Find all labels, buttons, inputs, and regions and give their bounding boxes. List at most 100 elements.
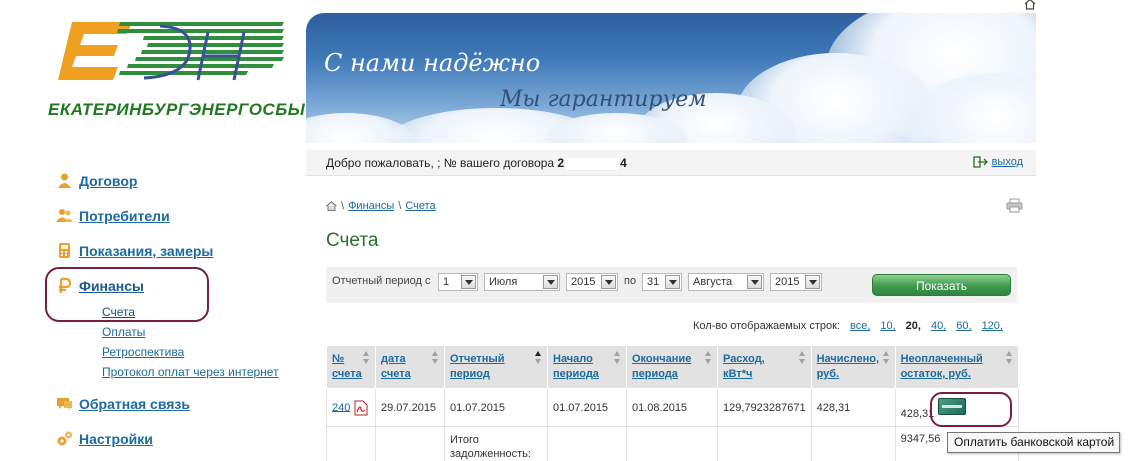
rows-option-all[interactable]: все,: [850, 320, 870, 332]
rows-option-120[interactable]: 120,: [982, 320, 1003, 332]
select-value: 1: [443, 276, 450, 288]
header-label[interactable]: Начало: [553, 353, 593, 365]
show-button[interactable]: Показать: [872, 274, 1011, 296]
header-label[interactable]: остаток, руб.: [901, 368, 971, 380]
sidebar-item-label[interactable]: Договор: [79, 173, 137, 189]
header-label[interactable]: №: [332, 353, 344, 365]
chevron-down-icon: [747, 275, 762, 289]
chevron-down-icon: [665, 275, 680, 289]
sort-icon[interactable]: [705, 351, 712, 366]
cell-start: 01.07.2015: [547, 388, 627, 427]
logout-label[interactable]: выход: [992, 156, 1023, 168]
contract-number-start: 2: [557, 156, 565, 170]
cell-empty: [626, 426, 718, 461]
sidebar-subitem-retrospective[interactable]: Ретроспектива: [102, 345, 184, 359]
page-title: Счета: [326, 230, 379, 251]
meter-icon: [59, 243, 70, 258]
sidebar-item-consumers[interactable]: Потребители: [56, 207, 170, 224]
pdf-icon[interactable]: [354, 400, 368, 416]
sort-icon[interactable]: [535, 351, 542, 366]
sidebar-item-label[interactable]: Показания, замеры: [79, 243, 213, 259]
main-content: Добро пожаловать, ; № вашего договора 24…: [306, 150, 1036, 461]
from-day-select[interactable]: 1: [438, 273, 478, 291]
header-label[interactable]: счета: [332, 368, 362, 380]
sidebar-item-label[interactable]: Обратная связь: [79, 396, 190, 412]
header-label[interactable]: руб.: [817, 368, 840, 380]
sidebar-item-contract[interactable]: Договор: [56, 172, 137, 189]
sidebar-item-label[interactable]: Настройки: [79, 431, 153, 447]
sidebar-subitem-bills[interactable]: Счета: [102, 305, 135, 319]
bill-number-link[interactable]: 240: [332, 401, 350, 413]
sort-icon[interactable]: [1005, 351, 1013, 366]
rows-option-10[interactable]: 10,: [880, 320, 895, 332]
logout-icon: [972, 156, 988, 168]
column-header-unpaid[interactable]: Неоплаченный остаток, руб.: [894, 345, 1019, 389]
to-day-select[interactable]: 31: [642, 273, 682, 291]
cell-empty: [810, 426, 896, 461]
rows-option-20-current: 20,: [905, 320, 921, 332]
from-month-select[interactable]: Июля: [484, 273, 560, 291]
breadcrumb-separator: \: [398, 200, 402, 212]
column-header-period[interactable]: Отчетный период: [444, 345, 548, 389]
period-to-label: по: [624, 275, 637, 287]
header-label[interactable]: период: [450, 368, 490, 380]
column-header-charged[interactable]: Начислено, руб.: [810, 345, 896, 389]
to-month-select[interactable]: Августа: [688, 273, 764, 291]
column-header-usage[interactable]: Расход, кВт*ч: [717, 345, 812, 389]
header-label[interactable]: периода: [553, 368, 599, 380]
rows-option-60[interactable]: 60,: [956, 320, 971, 332]
sidebar-item-settings[interactable]: Настройки: [56, 430, 153, 447]
chat-icon: [57, 398, 72, 410]
sidebar-subitem-payments[interactable]: Оплаты: [102, 325, 145, 339]
select-value: 31: [647, 276, 660, 288]
column-header-number[interactable]: № счета: [326, 345, 376, 389]
sort-icon[interactable]: [798, 351, 806, 366]
table-row: 240 29.07.2015 01.07.2015 01.07.2015 01.…: [326, 388, 1019, 427]
header-label[interactable]: Отчетный: [450, 353, 505, 365]
sort-icon[interactable]: [363, 351, 370, 366]
total-label-line2: задолженность:: [450, 448, 531, 460]
column-header-date[interactable]: дата счета: [375, 345, 445, 389]
chevron-down-icon: [461, 275, 476, 289]
header-label[interactable]: счета: [381, 368, 411, 380]
column-header-end[interactable]: Окончание периода: [626, 345, 718, 389]
person-icon: [58, 173, 71, 188]
sidebar-item-readings[interactable]: Показания, замеры: [56, 242, 213, 259]
home-icon[interactable]: [326, 201, 337, 211]
company-logo[interactable]: ЕКАТЕРИНБУРГЭНЕРГОСБЫТ: [48, 18, 316, 124]
logo-mark-icon: [58, 22, 284, 81]
cell-empty: [326, 426, 376, 461]
cell-empty: [375, 426, 445, 461]
breadcrumb: \ Финансы \ Счета: [326, 200, 436, 212]
sidebar-subitem-payment-protocol[interactable]: Протокол оплат через интернет: [102, 365, 279, 379]
to-year-select[interactable]: 2015: [770, 273, 822, 291]
breadcrumb-finance[interactable]: Финансы: [348, 200, 394, 212]
home-icon[interactable]: [1024, 0, 1036, 10]
sort-icon[interactable]: [432, 351, 439, 366]
cell-number: 240: [326, 388, 376, 427]
sidebar-item-label[interactable]: Потребители: [79, 208, 170, 224]
header-label[interactable]: Расход,: [723, 353, 765, 365]
sort-icon[interactable]: [614, 351, 621, 366]
chevron-down-icon: [543, 275, 558, 289]
banner-slogan-2: Мы гарантируем: [500, 87, 707, 112]
breadcrumb-bills[interactable]: Счета: [405, 200, 435, 212]
table-total-row: Итого задолженность: 9347,56: [326, 426, 1019, 461]
rows-per-page-label: Кол-во отображаемых строк:: [693, 320, 840, 332]
header-label[interactable]: периода: [632, 368, 678, 380]
welcome-bar: Добро пожаловать, ; № вашего договора 2 4…: [306, 150, 1036, 176]
tooltip-pay-by-card: Оплатить банковской картой: [947, 432, 1120, 453]
header-label[interactable]: Начислено,: [817, 353, 879, 365]
header-label[interactable]: кВт*ч: [723, 368, 752, 380]
header-label[interactable]: дата: [381, 353, 406, 365]
header-label[interactable]: Окончание: [632, 353, 691, 365]
rows-option-40[interactable]: 40,: [931, 320, 946, 332]
logout-link[interactable]: выход: [972, 156, 1023, 168]
header-label[interactable]: Неоплаченный: [901, 353, 983, 365]
sidebar-item-feedback[interactable]: Обратная связь: [56, 395, 190, 412]
sort-icon[interactable]: [882, 351, 890, 366]
from-year-select[interactable]: 2015: [566, 273, 618, 291]
column-header-start[interactable]: Начало периода: [547, 345, 627, 389]
period-from-label: Отчетный период с: [332, 275, 431, 287]
print-icon[interactable]: [1006, 198, 1023, 213]
